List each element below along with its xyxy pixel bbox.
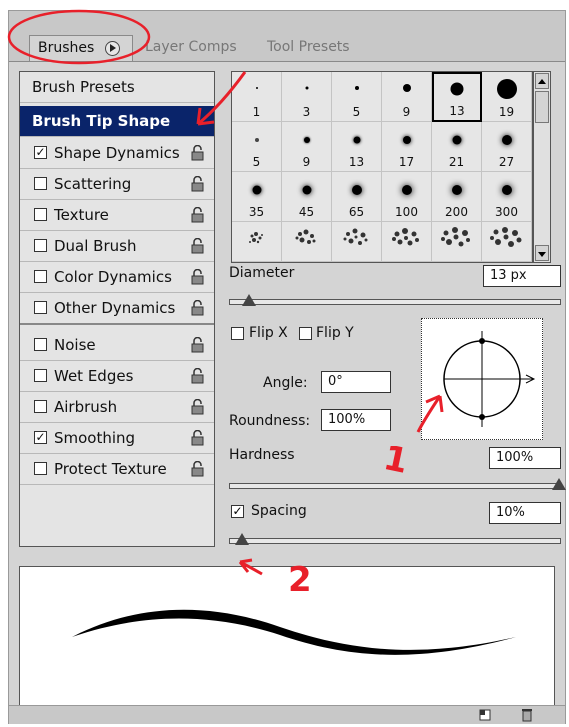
annotation-arrow <box>197 71 247 126</box>
annotation-overlay <box>7 9 444 576</box>
annotation-number-2: 2 <box>288 560 312 600</box>
annotation-circle <box>7 9 151 65</box>
